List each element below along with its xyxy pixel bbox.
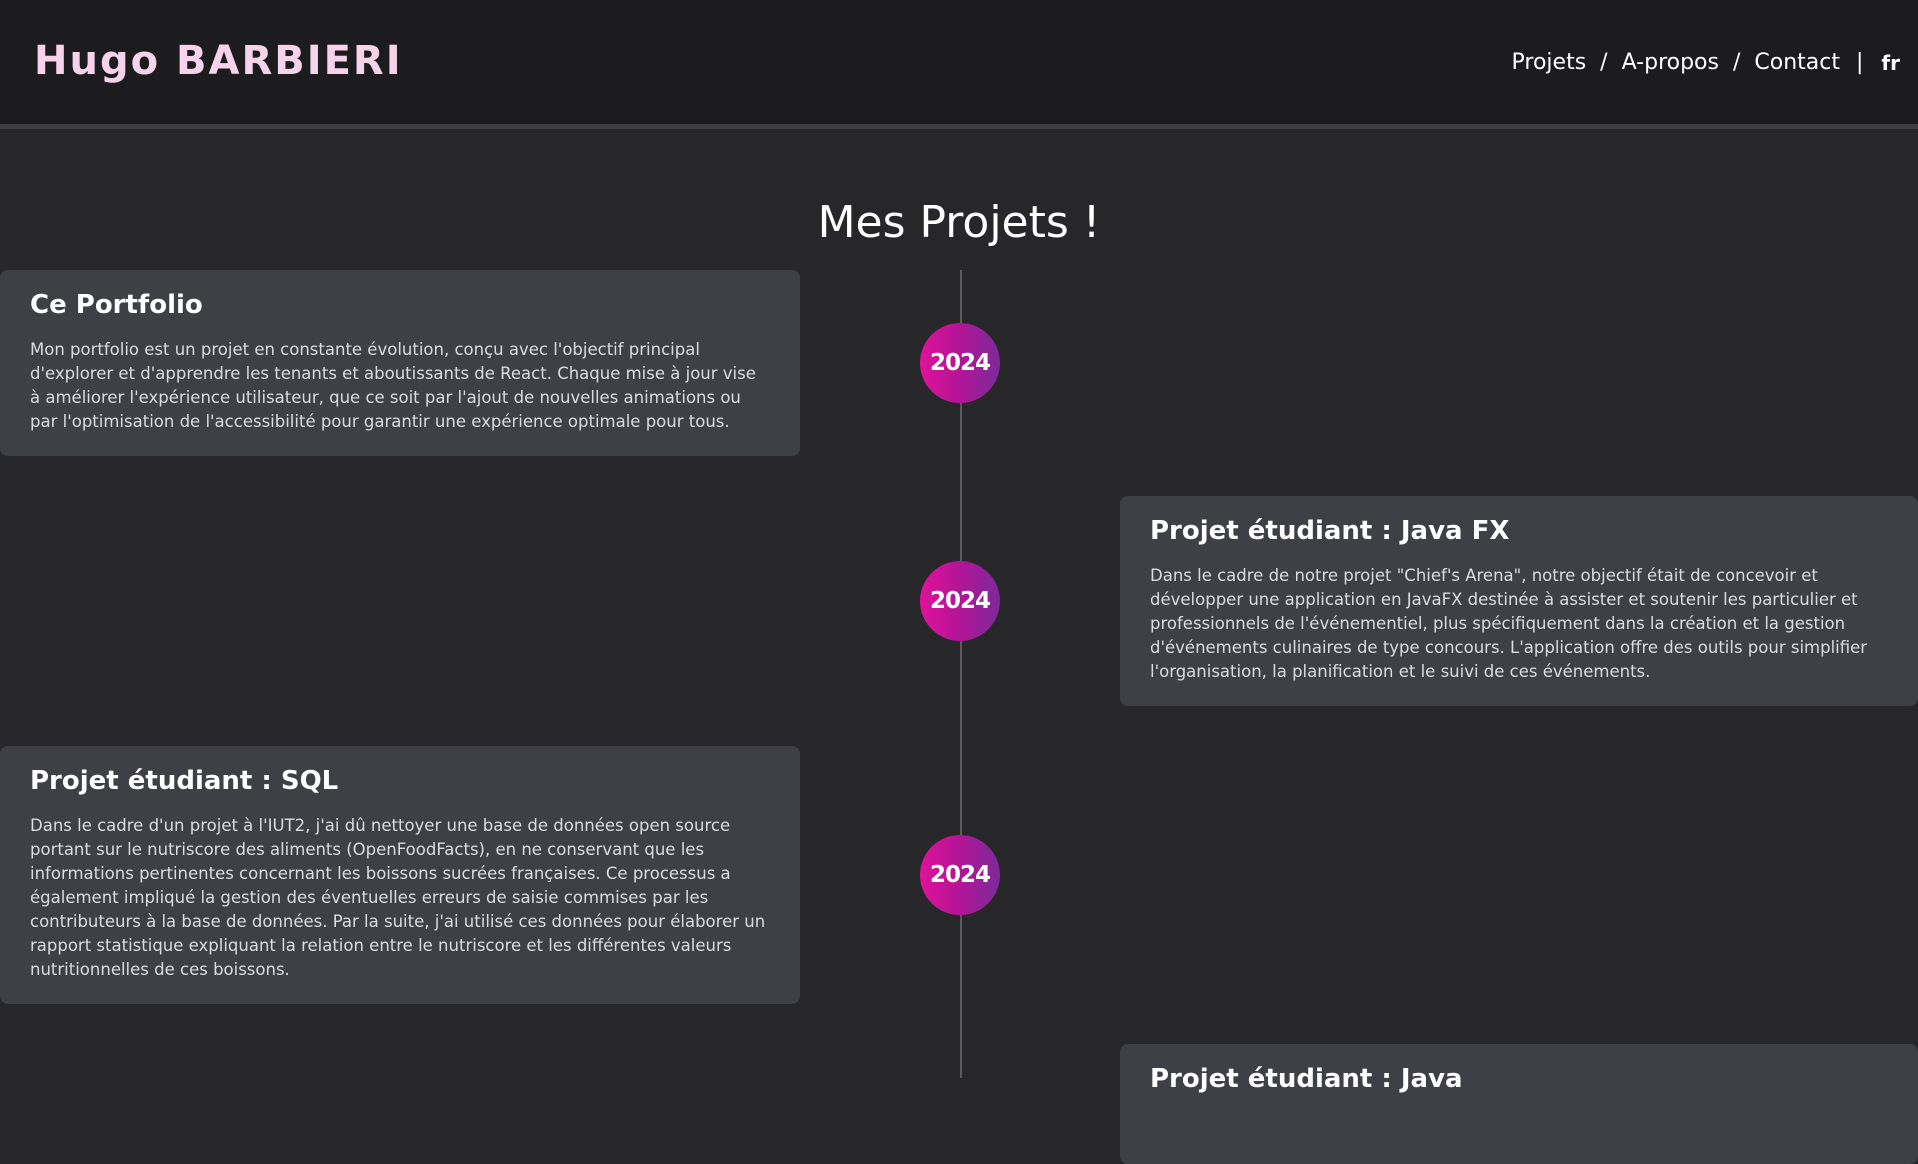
nav-separator: / bbox=[1732, 50, 1741, 75]
site-header: Hugo BARBIERI Projets / A-propos / Conta… bbox=[0, 0, 1918, 129]
card-description: Dans le cadre de notre projet "Chief's A… bbox=[1150, 566, 1868, 681]
card-title: Projet étudiant : Java bbox=[1150, 1064, 1463, 1094]
nav-separator: / bbox=[1600, 50, 1608, 75]
main-nav: Projets / A-propos / Contact | fr bbox=[1512, 50, 1900, 75]
card-description: Dans le cadre d'un projet à l'IUT2, j'ai… bbox=[30, 816, 766, 979]
timeline-card-sql: Projet étudiant : SQL Dans le cadre d'un… bbox=[0, 746, 800, 1004]
year-badge: 2024 bbox=[920, 835, 1000, 915]
site-logo[interactable]: Hugo BARBIERI bbox=[34, 38, 403, 84]
card-title: Projet étudiant : Java FX bbox=[1150, 516, 1510, 546]
card-description: Mon portfolio est un projet en constante… bbox=[30, 340, 756, 431]
page-title: Mes Projets ! bbox=[817, 197, 1101, 249]
nav-divider: | bbox=[1856, 50, 1864, 75]
year-badge: 2024 bbox=[920, 561, 1000, 641]
card-title: Projet étudiant : SQL bbox=[30, 766, 339, 796]
timeline-card-javafx: Projet étudiant : Java FX Dans le cadre … bbox=[1120, 496, 1918, 706]
nav-link-projets[interactable]: Projets bbox=[1512, 50, 1587, 75]
language-toggle[interactable]: fr bbox=[1881, 51, 1900, 75]
year-badge: 2024 bbox=[920, 323, 1000, 403]
card-title: Ce Portfolio bbox=[30, 290, 203, 320]
timeline-card-portfolio: Ce Portfolio Mon portfolio est un projet… bbox=[0, 270, 800, 456]
nav-link-contact[interactable]: Contact bbox=[1754, 50, 1840, 75]
timeline-card-java: Projet étudiant : Java bbox=[1120, 1044, 1918, 1164]
nav-link-a-propos[interactable]: A-propos bbox=[1622, 50, 1719, 75]
